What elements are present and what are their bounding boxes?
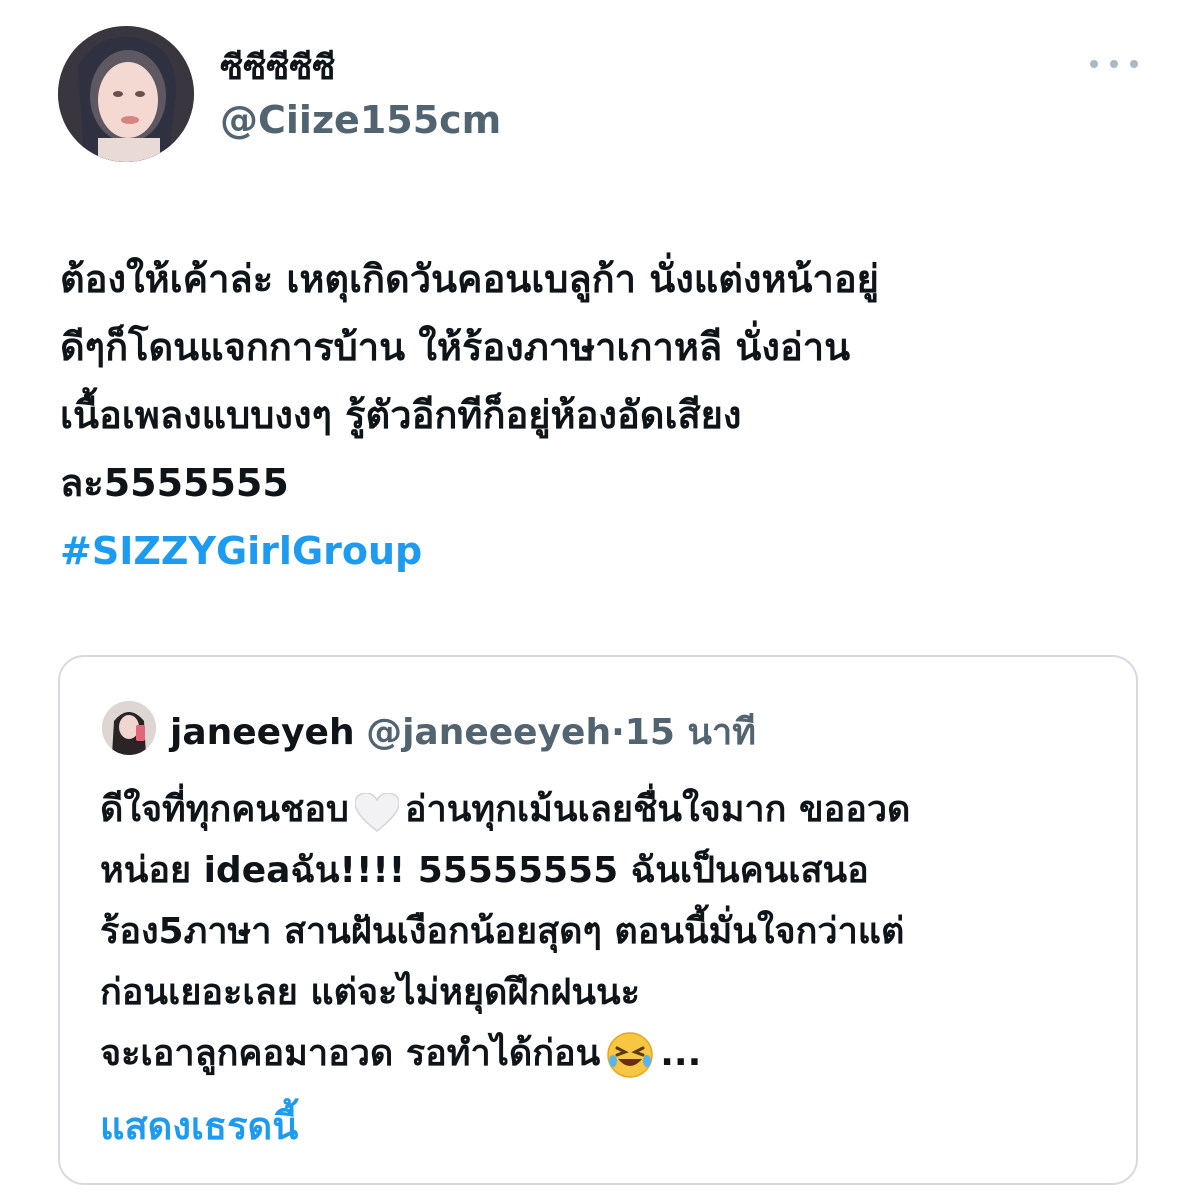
avatar-image [58, 26, 194, 162]
quoted-line: ดีใจที่ทุกคนชอบ อ่านทุกเม้นเลยชื่นใจมาก ข… [100, 779, 1120, 840]
tweet-line: ละ5555555 [60, 461, 289, 505]
author-avatar[interactable] [58, 26, 194, 162]
more-dot [1090, 60, 1098, 68]
show-thread-link[interactable]: แสดงเธรดนี้ [100, 1095, 298, 1156]
quoted-tweet-text: ดีใจที่ทุกคนชอบ อ่านทุกเม้นเลยชื่นใจมาก ข… [100, 779, 1120, 1084]
quoted-tweet-card[interactable]: janeeyeh @janeeeyeh·15 นาที ดีใจที่ทุกคน… [58, 655, 1138, 1185]
tweet-line: ดีๆก็โดนแจกการบ้าน ให้ร้องภาษาเกาหลี นั่… [60, 325, 851, 369]
truncation-ellipsis: ... [660, 1033, 702, 1074]
quoted-text-segment: จะเอาลูกคอมาอวด รอทำได้ก่อน [100, 1033, 601, 1074]
separator-dot: · [611, 712, 625, 753]
tweet-line: เนื้อเพลงแบบงงๆ รู้ตัวอีกทีก็อยู่ห้องอัด… [60, 393, 742, 437]
quoted-author-handle: @janeeeyeh [366, 712, 612, 753]
quoted-author-avatar [102, 701, 156, 755]
quoted-line: หน่อย ideaฉัน!!!! 55555555 ฉันเป็นคนเสนอ [100, 850, 869, 891]
quoted-line: ก่อนเยอะเลย แต่จะไม่หยุดฝึกฝนนะ [100, 972, 640, 1013]
laughing-emoji-icon [606, 1031, 654, 1079]
more-dot [1130, 60, 1138, 68]
author-display-name[interactable]: ซีซีซีซีซี [220, 40, 335, 94]
tweet-text: ต้องให้เค้าล่ะ เหตุเกิดวันคอนเบลูก้า นั่… [60, 245, 1140, 585]
tweet-line: ต้องให้เค้าล่ะ เหตุเกิดวันคอนเบลูก้า นั่… [60, 257, 879, 301]
quoted-line: จะเอาลูกคอมาอวด รอทำได้ก่อน... [100, 1023, 1120, 1084]
quoted-text-segment: ดีใจที่ทุกคนชอบ [100, 789, 349, 830]
quoted-avatar-image [102, 701, 156, 755]
quoted-timestamp: 15 นาที [624, 712, 756, 753]
more-dot [1110, 60, 1118, 68]
quoted-tweet-header: janeeyeh @janeeeyeh·15 นาที [170, 703, 756, 760]
quoted-line: ร้อง5ภาษา สานฝันเงือกน้อยสุดๆ ตอนนี้มั่น… [100, 911, 905, 952]
hashtag-link[interactable]: #SIZZYGirlGroup [60, 517, 1140, 585]
more-horizontal-icon[interactable] [1090, 46, 1138, 82]
white-heart-icon [354, 791, 400, 832]
quoted-author-name: janeeyeh [170, 712, 355, 753]
author-handle[interactable]: @Ciize155cm [220, 98, 501, 142]
quoted-text-segment: อ่านทุกเม้นเลยชื่นใจมาก ขออวด [404, 789, 911, 830]
